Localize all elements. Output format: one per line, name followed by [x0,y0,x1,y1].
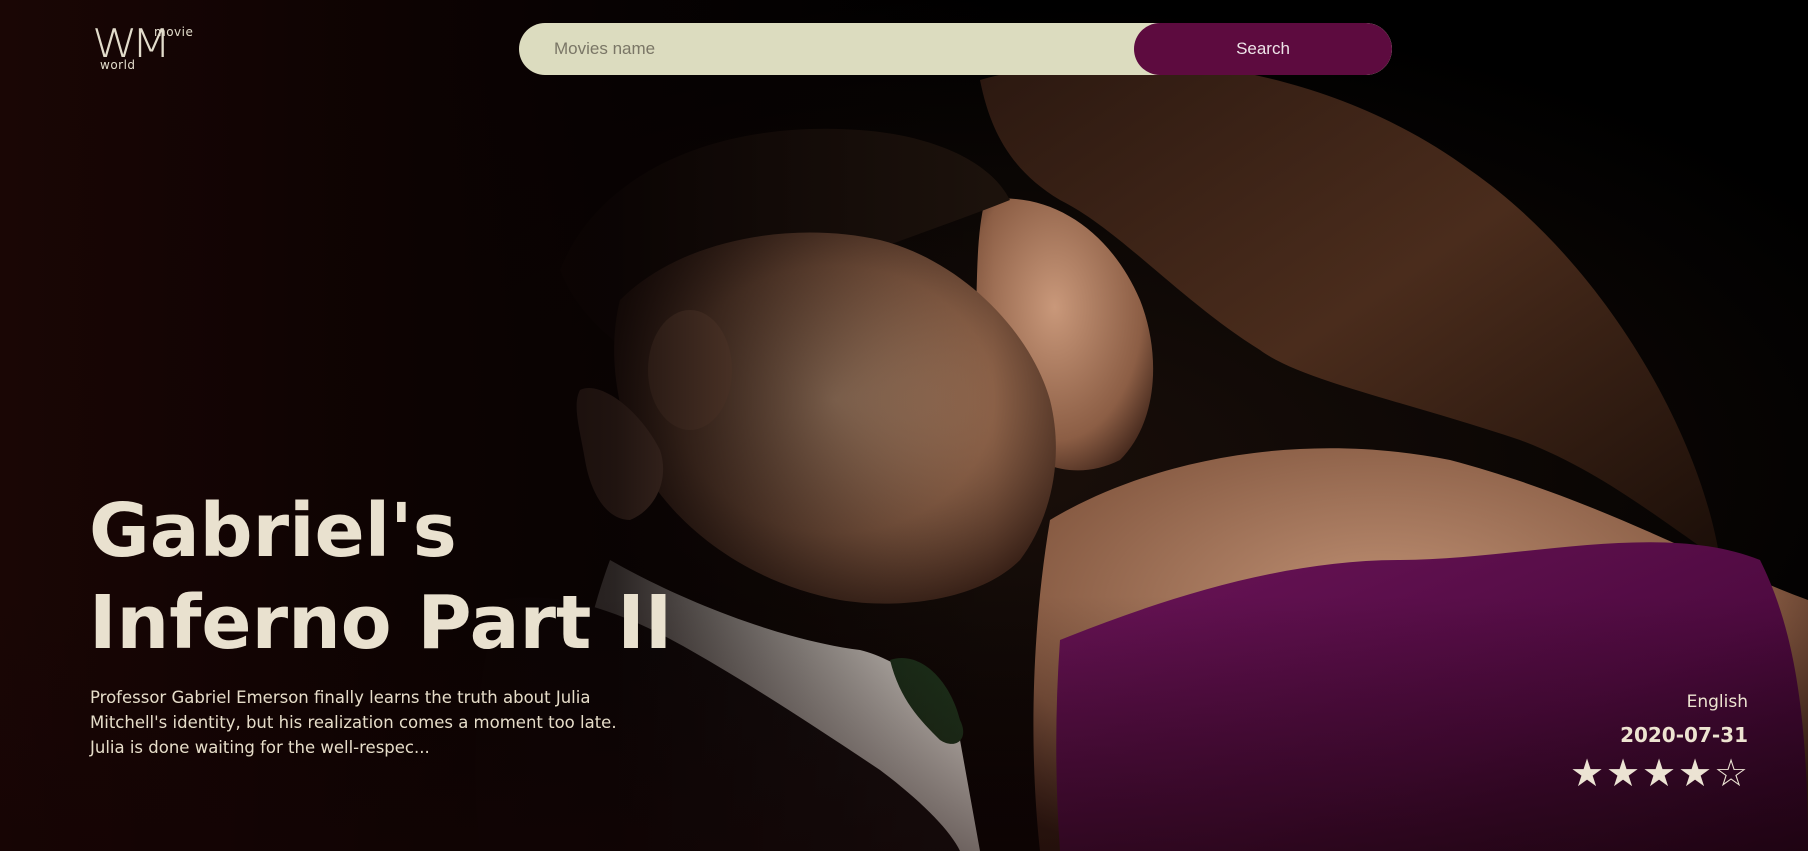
movie-meta: English 2020-07-31 ★ ★ ★ ★ ☆ [1448,690,1748,794]
star-empty-icon: ☆ [1714,751,1749,795]
star-filled-icon: ★ [1678,751,1713,795]
star-filled-icon: ★ [1642,751,1677,795]
search-bar: Search [519,23,1392,75]
movie-description: Professor Gabriel Emerson finally learns… [90,688,617,757]
star-rating: ★ ★ ★ ★ ☆ [1448,752,1748,794]
movie-title: Gabriel's Inferno Part II [89,488,673,666]
hero-banner: WM movie world Search Gabriel's Inferno … [0,0,1808,851]
release-date: 2020-07-31 [1620,723,1748,747]
logo-bottom-word: world [100,58,136,72]
search-input[interactable] [519,23,1134,75]
search-button[interactable]: Search [1134,23,1392,75]
site-logo[interactable]: WM movie world [92,24,210,72]
star-filled-icon: ★ [1606,751,1641,795]
logo-top-word: movie [154,25,194,39]
movie-language: English [1686,692,1748,712]
star-filled-icon: ★ [1570,751,1605,795]
